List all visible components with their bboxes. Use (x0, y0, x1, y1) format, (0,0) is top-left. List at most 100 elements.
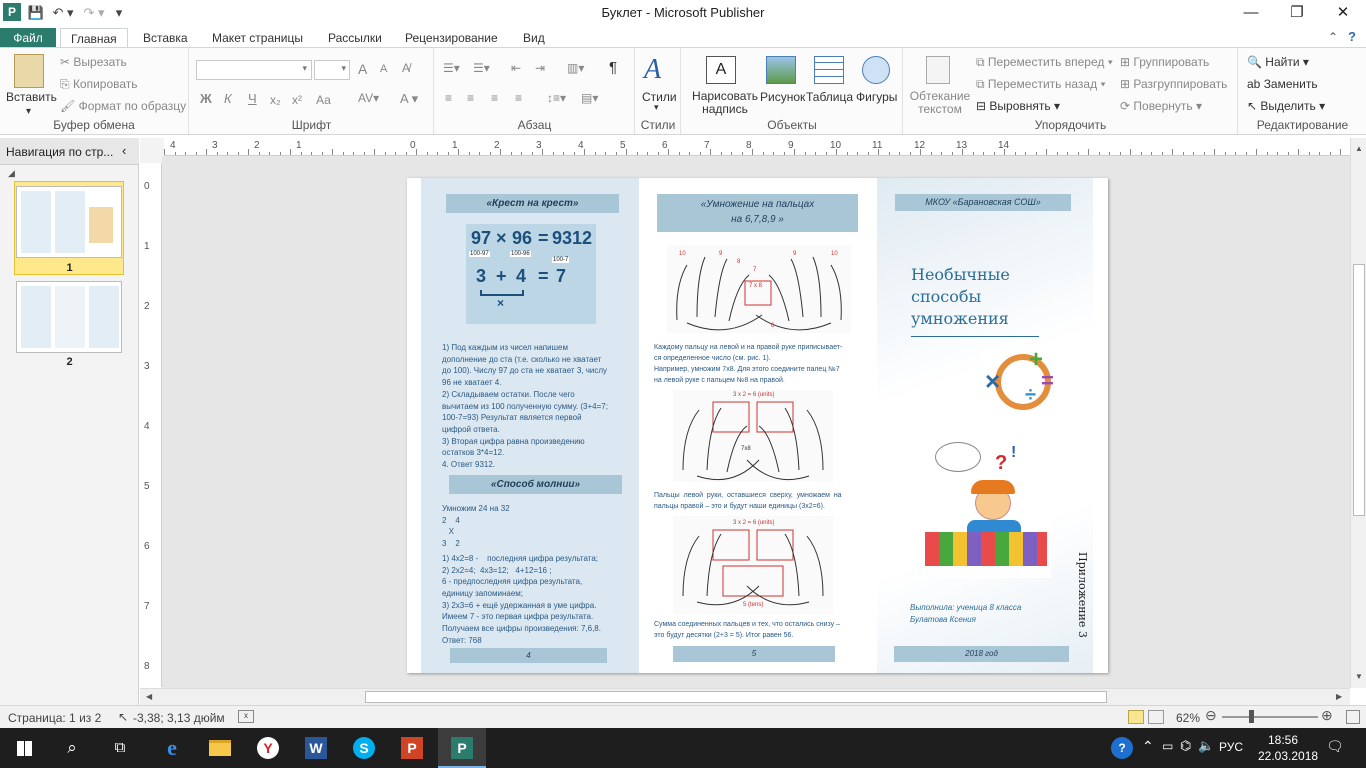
vertical-scroll-thumb[interactable] (1353, 264, 1365, 516)
superscript-button[interactable]: x² (292, 93, 302, 107)
show-formatting-button[interactable]: ¶ (609, 59, 617, 76)
scroll-right-icon[interactable]: ▶ (1336, 692, 1342, 701)
panel-cover[interactable]: МКОУ «Барановская СОШ» Необычные способы… (877, 178, 1093, 673)
scroll-left-icon[interactable]: ◀ (146, 692, 152, 701)
hands-figure-1[interactable]: 10 9 8 7 6 9 10 7 х 8 (667, 245, 851, 333)
zoom-level[interactable]: 62% (1176, 711, 1200, 725)
search-icon[interactable]: ⌕ (48, 728, 96, 768)
show-hidden-icons[interactable]: ⌃ (1142, 738, 1154, 755)
heading-cross[interactable]: «Крест на крест» (446, 194, 619, 213)
language-indicator[interactable]: РУС (1219, 740, 1243, 754)
yandex-browser-icon[interactable]: Y (244, 728, 292, 768)
task-view-icon[interactable]: ⧉ (96, 728, 144, 768)
volume-icon[interactable]: 🔈 (1198, 738, 1214, 754)
font-color-icon[interactable]: A ▾ (400, 91, 418, 107)
two-page-view-icon[interactable] (1148, 710, 1164, 724)
tab-page-layout[interactable]: Макет страницы (202, 28, 313, 48)
scroll-up-icon[interactable]: ▲ (1355, 144, 1363, 153)
zoom-slider-track[interactable] (1222, 716, 1318, 718)
appendix-label[interactable]: Приложение 3 (1076, 552, 1089, 638)
page-indicator[interactable]: Страница: 1 из 2 (8, 711, 101, 725)
zoom-slider-thumb[interactable] (1249, 710, 1254, 723)
align-left-icon[interactable]: ≡ (445, 91, 452, 105)
numbering-icon[interactable]: ☰▾ (473, 61, 490, 75)
bring-forward-button[interactable]: ⧉ Переместить вперед ▾ (976, 55, 1113, 70)
word-icon[interactable]: W (292, 728, 340, 768)
scroll-down-icon[interactable]: ▼ (1355, 672, 1363, 681)
tab-view[interactable]: Вид (513, 28, 555, 48)
lightning-method-text[interactable]: Умножим 24 на 32 2 4 X 3 2 1) 4х2=8 - по… (442, 503, 632, 646)
notifications-icon[interactable]: 🗨 (1326, 738, 1344, 755)
nav-collapse-icon[interactable]: ‹ (122, 143, 126, 158)
find-button[interactable]: 🔍 Найти ▾ (1247, 55, 1309, 69)
close-button[interactable]: ✕ (1320, 0, 1366, 26)
styles-dropdown-icon[interactable]: ▾ (654, 102, 659, 113)
vertical-ruler[interactable]: 0 1 2 3 4 5 6 7 8 (140, 163, 162, 687)
shrink-font-button[interactable]: A (380, 63, 387, 75)
page-thumb-2[interactable] (16, 281, 122, 353)
object-size-icon[interactable]: x (238, 710, 254, 723)
vertical-scrollbar[interactable]: ▲ ▼ (1350, 138, 1366, 688)
single-page-view-icon[interactable] (1128, 710, 1144, 724)
font-family-dropdown-icon[interactable]: ▾ (302, 63, 307, 74)
finger-method-text-2[interactable]: Пальцы левой руки, оставшиеся сверху, ум… (654, 490, 862, 512)
clock-date[interactable]: 22.03.2018 (1258, 749, 1318, 763)
start-button[interactable] (0, 728, 48, 768)
replace-button[interactable]: ab Заменить (1247, 77, 1318, 91)
clock-time[interactable]: 18:56 (1268, 733, 1298, 747)
group-button[interactable]: ⊞ Группировать (1120, 55, 1209, 69)
panel-page-4[interactable]: «Крест на крест» 97 × 96 = 9312 100-97 1… (421, 178, 639, 673)
hands-figure-2[interactable]: 3 x 2 = 6 (units) 7x8 (673, 390, 833, 482)
cut-button[interactable]: ✂ Вырезать (60, 55, 127, 69)
brochure-title[interactable]: Необычные способы умножения (911, 264, 1010, 330)
horizontal-ruler[interactable]: 4 3 2 1 0 1 2 3 4 5 6 7 8 9 10 11 12 13 14 (164, 138, 1350, 156)
skype-icon[interactable]: S (340, 728, 388, 768)
boy-studying-image[interactable]: ? ! (921, 440, 1051, 578)
battery-icon[interactable]: ▭ (1162, 739, 1173, 753)
tab-file[interactable]: Файл (0, 28, 56, 48)
increase-indent-icon[interactable]: ⇥ (535, 61, 545, 75)
finger-method-text-3[interactable]: Сумма соединенных пальцев и тех, что ост… (654, 619, 862, 641)
network-icon[interactable]: ⌬ (1180, 738, 1191, 754)
cross-multiplication-figure[interactable]: 97 × 96 = 9312 100-97 100-96 100-7 3 + 4… (466, 224, 596, 324)
tab-home[interactable]: Главная (60, 28, 128, 48)
font-size-dropdown-icon[interactable]: ▾ (341, 63, 346, 74)
wrap-text-icon[interactable] (926, 56, 950, 84)
rotate-button[interactable]: ⟳ Повернуть ▾ (1120, 99, 1202, 113)
textbox-icon[interactable]: A (706, 56, 736, 84)
align-center-icon[interactable]: ≡ (467, 91, 474, 105)
wrap-text-button[interactable]: Обтекание текстом (908, 90, 972, 116)
italic-button[interactable]: К (224, 91, 232, 106)
font-size-input[interactable]: ▾ (314, 60, 350, 80)
math-symbols-image[interactable]: × + = ÷ (981, 346, 1073, 416)
justify-icon[interactable]: ≡ (515, 91, 522, 105)
nav-expand-icon[interactable]: ◢ (8, 168, 15, 179)
collapse-ribbon-icon[interactable]: ⌃ (1328, 30, 1338, 44)
send-backward-button[interactable]: ⧉ Переместить назад ▾ (976, 77, 1105, 92)
picture-button[interactable]: Рисунок (760, 90, 805, 104)
fit-page-icon[interactable] (1346, 710, 1360, 724)
columns-icon[interactable]: ▥▾ (567, 61, 584, 75)
character-spacing-icon[interactable]: AV▾ (358, 91, 379, 105)
select-button[interactable]: ↖ Выделить ▾ (1247, 99, 1325, 113)
bold-button[interactable]: Ж (200, 91, 212, 106)
format-painter-button[interactable]: 🖌 Формат по образцу (60, 99, 186, 113)
minimize-button[interactable]: — (1228, 0, 1274, 26)
tab-mailings[interactable]: Рассылки (318, 28, 392, 48)
page-thumb-1[interactable] (16, 186, 122, 258)
page-number-footer[interactable]: 5 (673, 646, 835, 662)
paste-icon[interactable] (14, 54, 44, 88)
school-name[interactable]: МКОУ «Барановская СОШ» (895, 194, 1071, 211)
restore-button[interactable]: ❐ (1274, 0, 1320, 26)
line-spacing-icon[interactable]: ↕≡▾ (547, 91, 566, 105)
cross-method-text[interactable]: 1) Под каждым из чисел напишем дополнени… (442, 342, 627, 471)
clear-formatting-icon[interactable]: A̸ (402, 61, 410, 75)
shapes-icon[interactable] (862, 56, 890, 84)
year-footer[interactable]: 2018 год (894, 646, 1069, 662)
decrease-indent-icon[interactable]: ⇤ (511, 61, 521, 75)
ungroup-button[interactable]: ⊞ Разгруппировать (1120, 77, 1227, 91)
styles-button[interactable]: Стили (642, 90, 677, 104)
powerpoint-icon[interactable]: P (388, 728, 436, 768)
change-case-button[interactable]: Аа (316, 93, 331, 107)
finger-method-text-1[interactable]: Каждому пальцу на левой и на правой руке… (654, 342, 862, 386)
